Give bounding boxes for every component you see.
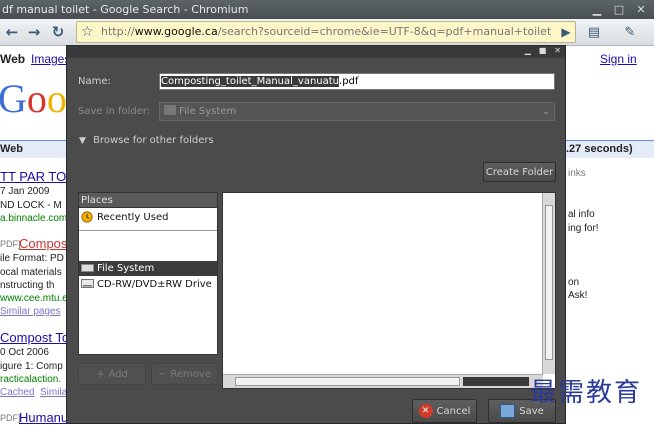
- result-title[interactable]: Compos: [19, 236, 67, 251]
- add-button[interactable]: + Add: [78, 363, 146, 385]
- similar-pages-link[interactable]: Similar pages: [0, 306, 61, 317]
- save-in-folder-combo[interactable]: File System ⌄: [159, 102, 555, 121]
- cached-link[interactable]: Cached: [0, 387, 34, 398]
- result-title[interactable]: Compost To: [0, 330, 69, 345]
- page-menu-icon[interactable]: ▤: [584, 22, 604, 42]
- window-titlebar: df manual toilet - Google Search - Chrom…: [0, 0, 654, 19]
- result-url: a.binnacle.com: [0, 213, 68, 224]
- remove-button[interactable]: − Remove: [151, 363, 218, 385]
- chevron-down-icon: ⌄: [541, 106, 550, 117]
- optical-drive-icon: [81, 278, 94, 290]
- filename-selected-text: Composting_toilet_Manual_vanuatu: [161, 76, 340, 87]
- dialog-close-icon[interactable]: ✕: [554, 46, 561, 55]
- result-url: www.cee.mtu.e: [0, 293, 68, 304]
- go-icon[interactable]: ▶: [556, 22, 576, 42]
- results-bar-label: Web: [0, 143, 24, 155]
- minus-icon: −: [158, 368, 167, 380]
- plus-icon: +: [96, 368, 105, 380]
- cancel-label: Cancel: [436, 405, 471, 417]
- reload-icon[interactable]: ↻: [48, 22, 68, 42]
- drive-icon: [81, 262, 94, 274]
- sidebar-fragment: on: [568, 277, 580, 288]
- result-url: racticalaction.: [0, 374, 62, 385]
- filename-input[interactable]: Composting_toilet_Manual_vanuatu.pdf: [159, 73, 555, 90]
- save-file-dialog: ▁ ■ ✕ Name: Composting_toilet_Manual_van…: [66, 45, 566, 424]
- name-label: Name:: [78, 76, 111, 87]
- forward-icon[interactable]: →: [24, 22, 44, 42]
- bookmark-star-icon[interactable]: ☆: [81, 22, 94, 42]
- result-title[interactable]: Humanu: [19, 410, 68, 425]
- sidebar-fragment: Ask!: [568, 290, 588, 301]
- places-separator: [79, 230, 217, 231]
- places-list: Places Recently Used File System CD-RW/D…: [78, 192, 218, 355]
- browse-label: Browse for other folders: [93, 135, 214, 146]
- result-date: 0 Oct 2006: [0, 347, 49, 358]
- nav-web[interactable]: Web: [0, 52, 25, 66]
- result-type-tag: PDF]: [0, 413, 21, 423]
- nav-images[interactable]: Images: [31, 52, 70, 66]
- result-snippet: ND LOCK - M: [0, 200, 62, 211]
- cancel-button[interactable]: ✕ Cancel: [412, 399, 477, 423]
- wrench-menu-icon[interactable]: ✎: [620, 22, 640, 42]
- dialog-minimize-icon[interactable]: ▁: [525, 46, 531, 55]
- result-format: ile Format: PD: [0, 253, 64, 264]
- horizontal-scrollbar[interactable]: [223, 374, 543, 388]
- place-label: File System: [97, 263, 155, 274]
- result-date: 7 Jan 2009: [0, 186, 50, 197]
- result-snippet: nstructing th: [0, 280, 55, 291]
- results-time: .27 seconds): [566, 143, 633, 155]
- close-icon[interactable]: ✕: [632, 1, 650, 17]
- save-in-folder-value: File System: [179, 106, 237, 117]
- maximize-icon[interactable]: □: [610, 1, 628, 17]
- similar-link[interactable]: Simila: [40, 387, 67, 398]
- save-in-folder-label: Save in folder:: [78, 106, 151, 117]
- places-header[interactable]: Places: [79, 193, 217, 208]
- result-snippet: igure 1: Comp: [0, 361, 63, 372]
- result-snippet: ocal materials: [0, 267, 62, 278]
- browser-toolbar: ← → ↻ ☆ http://www.google.ca/search?sour…: [0, 19, 654, 46]
- cancel-icon: ✕: [418, 404, 433, 418]
- place-label: Recently Used: [97, 212, 169, 223]
- place-item-file-system[interactable]: File System: [79, 261, 217, 276]
- expander-arrow-icon: ▼: [79, 136, 86, 146]
- vertical-scrollbar[interactable]: [542, 193, 555, 374]
- sidebar-fragment: inks: [568, 168, 586, 179]
- folder-icon: [164, 105, 176, 115]
- place-item-recently-used[interactable]: Recently Used: [79, 210, 217, 225]
- minimize-icon[interactable]: ▁: [588, 1, 606, 17]
- recent-icon: [81, 211, 94, 223]
- address-bar[interactable]: ☆ http://www.google.ca/search?sourceid=c…: [76, 21, 576, 43]
- window-title: df manual toilet - Google Search - Chrom…: [2, 3, 249, 16]
- google-logo[interactable]: Goo: [0, 75, 67, 122]
- remove-label: Remove: [170, 368, 211, 380]
- url-path: /search?sourceid=chrome&ie=UTF-8&q=pdf+m…: [217, 25, 552, 38]
- back-icon[interactable]: ←: [2, 22, 22, 42]
- url-prefix: http://: [101, 25, 135, 38]
- dialog-titlebar: ▁ ■ ✕: [67, 46, 565, 58]
- result-title[interactable]: TT PAR TOI: [0, 169, 70, 184]
- browse-expander[interactable]: ▼ Browse for other folders: [79, 135, 214, 146]
- file-list-area[interactable]: [223, 193, 543, 374]
- watermark-logo: 最需教育: [530, 378, 643, 408]
- file-list[interactable]: [222, 192, 556, 389]
- save-icon: [500, 404, 516, 418]
- filename-extension: .pdf: [339, 76, 359, 87]
- dialog-maximize-icon[interactable]: ■: [539, 46, 547, 55]
- sidebar-fragment: ing for!: [568, 223, 599, 234]
- sidebar-fragment: al info: [568, 209, 595, 220]
- place-item-optical-drive[interactable]: CD-RW/DVD±RW Drive: [79, 277, 217, 292]
- sign-in-link[interactable]: Sign in: [600, 52, 637, 66]
- place-label: CD-RW/DVD±RW Drive: [97, 279, 212, 290]
- create-folder-button[interactable]: Create Folder: [483, 162, 556, 182]
- url-host: www.google.ca: [134, 25, 218, 38]
- add-label: Add: [108, 368, 128, 380]
- create-folder-label: Create Folder: [485, 166, 554, 178]
- result-type-tag: PDF]: [0, 239, 21, 249]
